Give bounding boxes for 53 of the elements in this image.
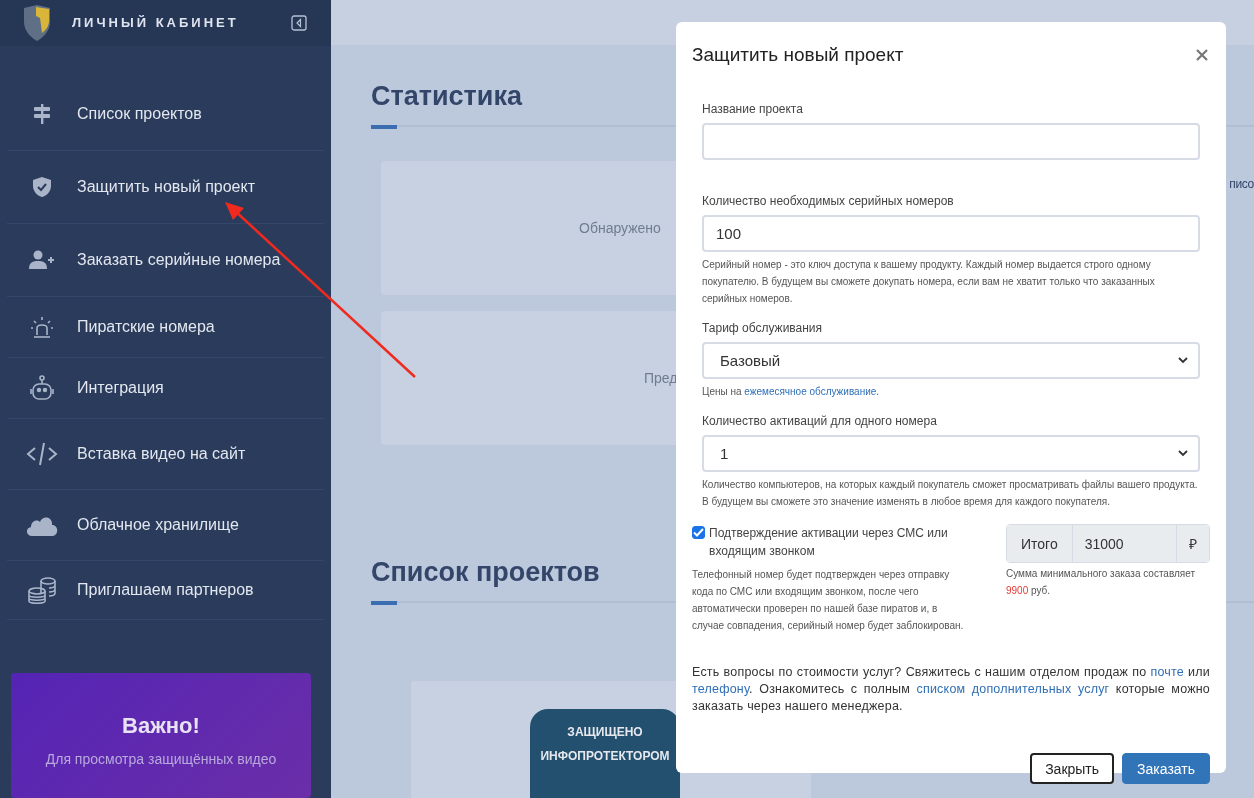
order-button[interactable]: Заказать bbox=[1122, 753, 1210, 784]
stat-label: Обнаружено bbox=[579, 220, 661, 236]
info-link[interactable]: списком дополнительных услуг bbox=[916, 682, 1110, 696]
info-paragraph: Есть вопросы по стоимости услуг? Свяжитесь с нашим отделом продаж по почте или телефону. Ознакомитесь с полным списком дополнительных услуг которые можно заказать через нашего менеджера. bbox=[692, 664, 1210, 715]
close-icon[interactable] bbox=[1196, 49, 1208, 61]
sidebar-item[interactable]: Заказать серийные номера bbox=[7, 223, 324, 297]
currency-label: ₽ bbox=[1177, 525, 1209, 562]
notice-text: Для просмотра защищённых видео bbox=[44, 750, 278, 767]
section-heading: Статистика bbox=[371, 81, 522, 112]
help-text: Телефонный номер будет подтвержден через отправку кода по СМС или входящим звонком, после чего автоматически проверен по нашей базе пиратов и, в случае совпадения, серийный номер будет заблокирован. bbox=[692, 568, 965, 633]
siren-icon bbox=[29, 314, 55, 339]
robot-icon bbox=[29, 374, 55, 401]
field-label: Количество активаций для одного номера bbox=[702, 414, 938, 428]
sidebar-item[interactable]: Список проектов bbox=[7, 77, 324, 151]
minimum-order-note: Сумма минимального заказа составляет 9900 руб. bbox=[1006, 567, 1197, 598]
sidebar-item[interactable]: Интеграция bbox=[7, 357, 324, 419]
user-plus-icon bbox=[29, 249, 55, 270]
help-text: Цены на ежемесячное обслуживание. bbox=[702, 385, 881, 399]
input-field[interactable] bbox=[702, 123, 1200, 160]
notice-title: Важно! bbox=[121, 712, 201, 739]
section-heading: писо bbox=[1229, 177, 1254, 191]
chevron-down-icon bbox=[1178, 357, 1188, 364]
close-button[interactable]: Закрыть bbox=[1030, 753, 1115, 784]
help-text: Серийный номер - это ключ доступа к вашему продукту. Каждый номер выдается строго одному покупателю. В будущем вы сможете докупать номера, если вам не хватит только что заказанных серийных номеров. bbox=[702, 258, 1156, 306]
stat-label: Пред bbox=[644, 370, 678, 386]
code-icon bbox=[26, 440, 58, 467]
field-label: Название проекта bbox=[702, 102, 804, 116]
field-label: Тариф обслуживания bbox=[702, 321, 824, 335]
shield-logo-icon bbox=[22, 3, 52, 42]
field-label: Количество необходимых серийных номеров bbox=[702, 194, 955, 208]
cover-text: ЗАЩИЩЕНО bbox=[566, 725, 644, 739]
checkbox-label: Подтверждение активации через СМС или входящим звонком bbox=[709, 525, 949, 560]
info-link[interactable]: почте bbox=[1150, 665, 1184, 679]
sms-checkbox[interactable] bbox=[692, 526, 705, 539]
collapse-icon[interactable] bbox=[291, 14, 307, 31]
coins-icon bbox=[27, 575, 57, 604]
shield-check-icon bbox=[32, 175, 52, 198]
total-value: 31000 bbox=[1071, 525, 1177, 562]
cover-text: ИНФОПРОТЕКТОРОМ bbox=[539, 749, 671, 763]
brand-title: ЛИЧНЫЙ КАБИНЕТ bbox=[72, 15, 240, 31]
section-heading: Список проектов bbox=[371, 557, 600, 588]
select-field[interactable]: Базовый bbox=[702, 342, 1200, 379]
sidebar-item[interactable]: Облачное хранилище bbox=[7, 489, 324, 561]
help-text: Количество компьютеров, на которых каждый покупатель сможет просматривать файлы вашего продукта. В будущем вы сможете это значение изменять в любое время для каждого покупателя. bbox=[702, 478, 1199, 509]
total-label: Итого bbox=[1007, 525, 1072, 562]
chevron-down-icon bbox=[1178, 450, 1188, 457]
select-field[interactable]: 1 bbox=[702, 435, 1200, 472]
sidebar-item[interactable]: Вставка видео на сайт bbox=[7, 418, 324, 490]
sidebar-item[interactable]: Приглашаем партнеров bbox=[7, 560, 324, 620]
signpost-icon bbox=[31, 102, 53, 125]
input-field[interactable]: 100 bbox=[702, 215, 1200, 252]
sidebar-item[interactable]: Пиратские номера bbox=[7, 296, 324, 358]
modal-title: Защитить новый проект bbox=[692, 44, 904, 66]
